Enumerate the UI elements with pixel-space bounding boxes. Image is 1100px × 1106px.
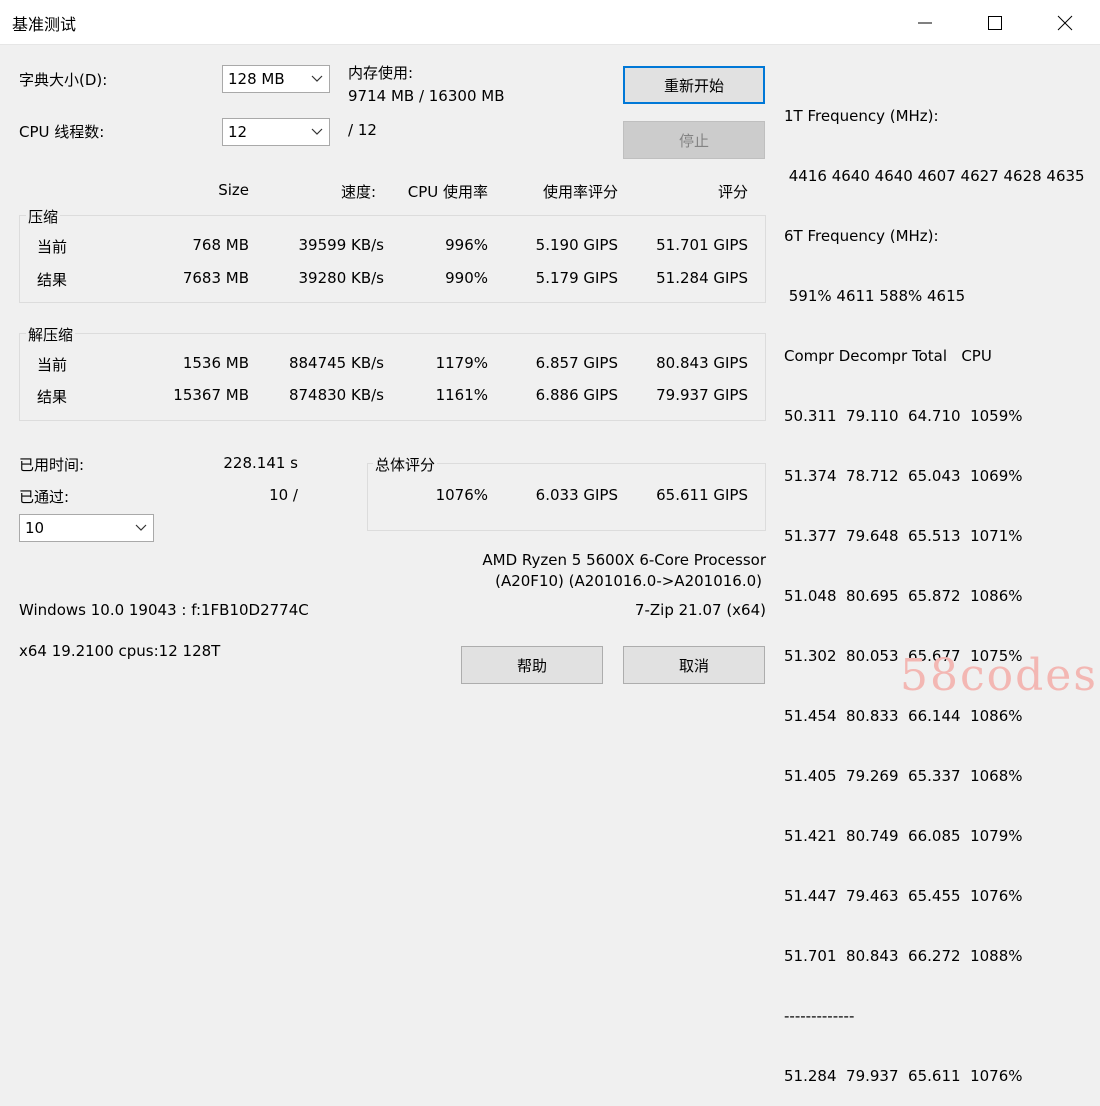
- memory-usage-label: 内存使用:: [348, 64, 414, 82]
- column-rating-usage: 使用率评分: [542, 183, 618, 201]
- passes-combo-value: 10: [25, 519, 45, 537]
- close-button[interactable]: [1030, 0, 1100, 45]
- row-label: 当前: [37, 356, 68, 374]
- column-speed: 速度:: [340, 183, 376, 201]
- log-line: 51.454 80.833 66.144 1086%: [784, 707, 1023, 725]
- compress-group: [19, 215, 766, 303]
- minimize-button[interactable]: [890, 0, 960, 45]
- dictionary-size-label: 字典大小(D):: [19, 71, 108, 89]
- column-size: Size: [218, 181, 249, 199]
- version-info: 7-Zip 21.07 (x64): [634, 601, 766, 619]
- cpu-threads-value: 12: [228, 123, 248, 141]
- cell-usage: 1179%: [435, 354, 488, 372]
- chevron-down-icon: [311, 75, 323, 82]
- passes-label: 已通过:: [19, 488, 70, 506]
- total-rating-usage: 6.033 GIPS: [535, 486, 618, 504]
- benchmark-log: 1T Frequency (MHz): 4416 4640 4640 4607 …: [784, 66, 1085, 1106]
- elapsed-time-label: 已用时间:: [19, 456, 85, 474]
- total-usage: 1076%: [435, 486, 488, 504]
- column-cpu-usage: CPU 使用率: [407, 183, 488, 201]
- cpu-threads-label: CPU 线程数:: [19, 123, 105, 141]
- memory-usage-value: 9714 MB / 16300 MB: [348, 87, 505, 105]
- compress-title: 压缩: [26, 206, 61, 227]
- cell-rating-usage: 5.179 GIPS: [535, 269, 618, 287]
- cpu-threads-total: / 12: [348, 121, 377, 139]
- log-line: 1T Frequency (MHz):: [784, 107, 939, 125]
- cell-rating: 51.701 GIPS: [656, 236, 748, 254]
- log-line: 51.048 80.695 65.872 1086%: [784, 587, 1023, 605]
- maximize-button[interactable]: [960, 0, 1030, 45]
- elapsed-time-value: 228.141 s: [223, 454, 298, 472]
- chevron-down-icon: [135, 524, 147, 531]
- cell-usage: 990%: [445, 269, 488, 287]
- cell-size: 15367 MB: [173, 386, 249, 404]
- log-line: 51.374 78.712 65.043 1069%: [784, 467, 1023, 485]
- stop-button[interactable]: 停止: [623, 121, 765, 159]
- dictionary-size-value: 128 MB: [228, 70, 285, 88]
- cell-speed: 39599 KB/s: [298, 236, 384, 254]
- log-line: 51.701 80.843 66.272 1088%: [784, 947, 1023, 965]
- decompress-title: 解压缩: [26, 324, 76, 345]
- log-line: 591% 4611 588% 4615: [784, 287, 966, 305]
- os-info: Windows 10.0 19043 : f:1FB10D2774C: [19, 601, 309, 619]
- cell-rating-usage: 6.857 GIPS: [535, 354, 618, 372]
- row-label: 结果: [37, 388, 68, 406]
- watermark: 58codes: [900, 650, 1098, 701]
- decompress-group: [19, 333, 766, 421]
- log-line: 6T Frequency (MHz):: [784, 227, 939, 245]
- log-line: 51.377 79.648 65.513 1071%: [784, 527, 1023, 545]
- minimize-icon: [918, 22, 932, 24]
- cell-speed: 874830 KB/s: [288, 386, 384, 404]
- cell-size: 768 MB: [192, 236, 249, 254]
- maximize-icon: [988, 16, 1002, 30]
- help-button[interactable]: 帮助: [461, 646, 603, 684]
- row-label: 结果: [37, 271, 68, 289]
- cpu-id: (A20F10) (A201016.0->A201016.0): [495, 572, 762, 590]
- arch-info: x64 19.2100 cpus:12 128T: [19, 642, 221, 660]
- log-line: 51.405 79.269 65.337 1068%: [784, 767, 1023, 785]
- cell-speed: 884745 KB/s: [288, 354, 384, 372]
- dictionary-size-combo[interactable]: 128 MB: [222, 65, 330, 93]
- log-line: 51.421 80.749 66.085 1079%: [784, 827, 1023, 845]
- cell-rating: 51.284 GIPS: [656, 269, 748, 287]
- log-line: 4416 4640 4640 4607 4627 4628 4635: [784, 167, 1085, 185]
- log-line: 51.447 79.463 65.455 1076%: [784, 887, 1023, 905]
- cell-rating: 80.843 GIPS: [656, 354, 748, 372]
- cell-usage: 996%: [445, 236, 488, 254]
- chevron-down-icon: [311, 128, 323, 135]
- restart-button[interactable]: 重新开始: [623, 66, 765, 104]
- title-bar: 基准测试: [0, 0, 1100, 45]
- cpu-name: AMD Ryzen 5 5600X 6-Core Processor: [482, 551, 766, 569]
- cell-size: 1536 MB: [182, 354, 249, 372]
- log-line: 50.311 79.110 64.710 1059%: [784, 407, 1023, 425]
- cpu-threads-combo[interactable]: 12: [222, 118, 330, 146]
- cell-speed: 39280 KB/s: [298, 269, 384, 287]
- cell-usage: 1161%: [435, 386, 488, 404]
- log-line: Compr Decompr Total CPU: [784, 347, 992, 365]
- log-line: 51.284 79.937 65.611 1076%: [784, 1067, 1023, 1085]
- log-line: -------------: [784, 1007, 855, 1025]
- cell-size: 7683 MB: [182, 269, 249, 287]
- window-title: 基准测试: [12, 15, 77, 34]
- cell-rating-usage: 5.190 GIPS: [535, 236, 618, 254]
- column-rating: 评分: [717, 183, 748, 201]
- total-rating-title: 总体评分: [373, 454, 438, 475]
- passes-value: 10 /: [269, 486, 298, 504]
- total-rating-value: 65.611 GIPS: [656, 486, 748, 504]
- cancel-button[interactable]: 取消: [623, 646, 765, 684]
- passes-combo[interactable]: 10: [19, 514, 154, 542]
- cell-rating-usage: 6.886 GIPS: [535, 386, 618, 404]
- row-label: 当前: [37, 238, 68, 256]
- cell-rating: 79.937 GIPS: [656, 386, 748, 404]
- close-icon: [1057, 15, 1073, 31]
